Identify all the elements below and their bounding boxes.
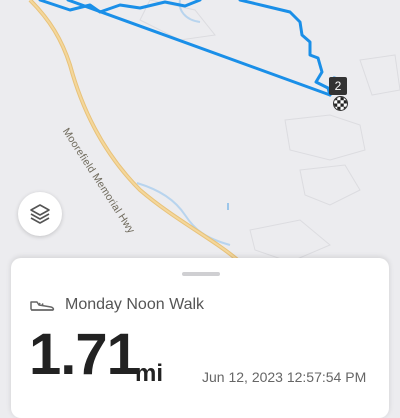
finish-marker[interactable]: 2 [329, 77, 349, 111]
activity-timestamp: Jun 12, 2023 12:57:54 PM [202, 369, 367, 385]
shoe-icon [30, 301, 55, 311]
activity-header: Monday Noon Walk [29, 296, 204, 314]
checkered-flag-icon [333, 96, 348, 111]
layers-icon [30, 204, 50, 224]
drag-handle[interactable] [182, 272, 220, 276]
distance-value: 1.71 [29, 322, 139, 387]
activity-card[interactable]: Monday Noon Walk 1.71 mi Jun 12, 2023 12… [11, 258, 389, 418]
distance-unit: mi [135, 360, 164, 387]
lap-badge: 2 [329, 77, 347, 95]
activity-title: Monday Noon Walk [65, 296, 205, 313]
layers-button[interactable] [18, 192, 62, 236]
